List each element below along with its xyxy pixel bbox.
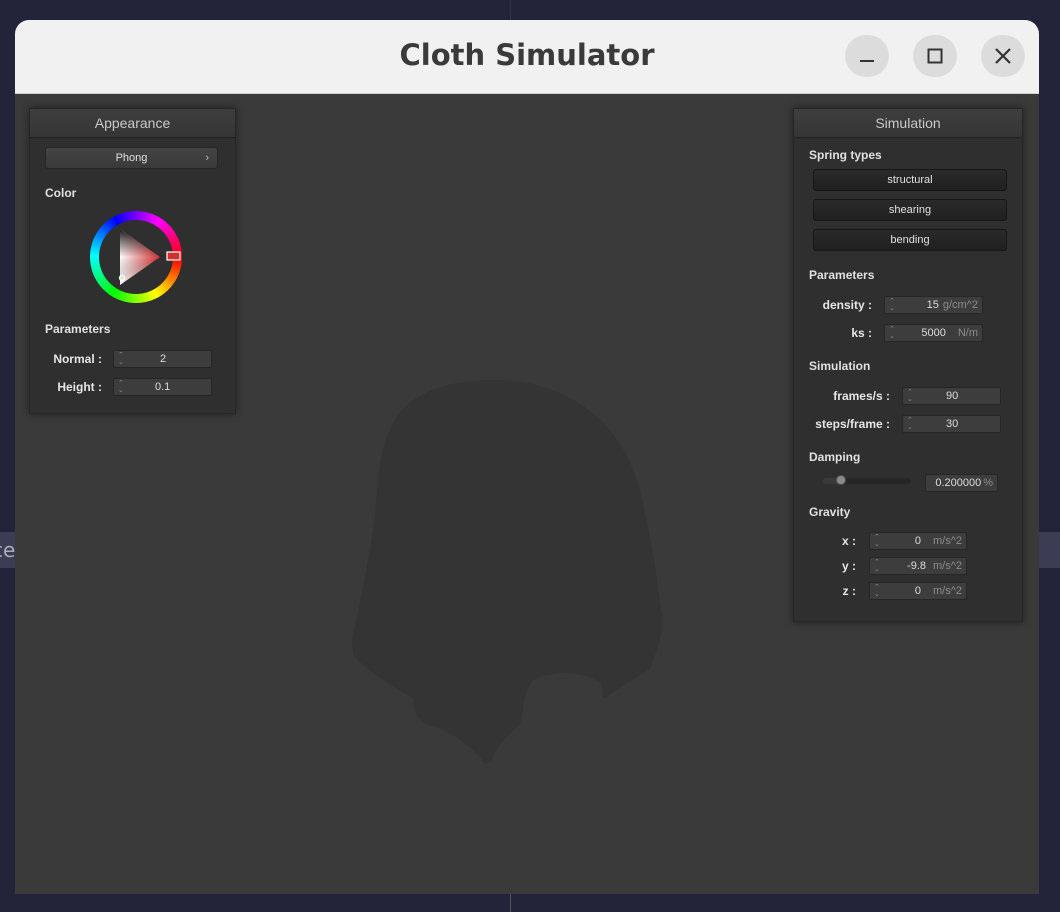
minimize-button[interactable] bbox=[845, 35, 889, 77]
close-button[interactable] bbox=[981, 35, 1025, 77]
spinner-icon: ⌃ ⌄ bbox=[118, 352, 124, 366]
shader-dropdown-label: Phong bbox=[115, 152, 148, 164]
shearing-spring-toggle[interactable]: shearing bbox=[813, 199, 1007, 221]
ks-input[interactable]: ⌃ ⌄ 5000 N/m bbox=[884, 324, 983, 342]
appearance-panel: Appearance Phong › Color Parameters Norm… bbox=[29, 108, 236, 414]
hue-selector-handle[interactable] bbox=[166, 251, 181, 261]
gravity-y-input[interactable]: ⌃ ⌄ -9.8 m/s^2 bbox=[869, 557, 967, 575]
spinner-icon: ⌃ ⌄ bbox=[874, 534, 880, 548]
spinner-icon: ⌃ ⌄ bbox=[874, 559, 880, 573]
appearance-panel-header[interactable]: Appearance bbox=[30, 109, 235, 138]
gravity-z-input[interactable]: ⌃ ⌄ 0 m/s^2 bbox=[869, 582, 967, 600]
title-bar[interactable]: Cloth Simulator bbox=[15, 20, 1039, 94]
spinner-icon: ⌃ ⌄ bbox=[118, 380, 124, 394]
spring-types-label: Spring types bbox=[809, 148, 882, 162]
bending-spring-toggle[interactable]: bending bbox=[813, 229, 1007, 251]
steps-input[interactable]: ⌃ ⌄ 30 bbox=[902, 415, 1001, 433]
gravity-x-number: 0 bbox=[914, 535, 921, 547]
gravity-y-number: -9.8 bbox=[907, 560, 926, 572]
damping-slider-handle[interactable] bbox=[835, 475, 846, 485]
spinner-icon: ⌃ ⌄ bbox=[874, 584, 880, 598]
gravity-y-value: -9.8 m/s^2 bbox=[907, 560, 962, 572]
spinner-icon: ⌃ ⌄ bbox=[889, 298, 895, 312]
density-input[interactable]: ⌃ ⌄ 15 g/cm^2 bbox=[884, 296, 983, 314]
gravity-z-label: z : bbox=[842, 584, 856, 598]
simulation-section-label: Simulation bbox=[809, 359, 871, 373]
structural-spring-toggle[interactable]: structural bbox=[813, 169, 1007, 191]
damping-label: Damping bbox=[809, 450, 861, 464]
ks-value: 5000 N/m bbox=[921, 327, 978, 339]
background-text: ce bbox=[0, 538, 16, 562]
background-divider-top bbox=[510, 0, 511, 20]
spinner-icon: ⌃ ⌄ bbox=[907, 417, 913, 431]
gravity-y-unit: m/s^2 bbox=[933, 560, 962, 572]
color-wheel[interactable] bbox=[86, 207, 186, 307]
background-window-left: ce bbox=[0, 532, 16, 568]
spinner-icon: ⌃ ⌄ bbox=[889, 326, 895, 340]
ks-unit: N/m bbox=[957, 327, 978, 339]
steps-value: 30 bbox=[946, 418, 959, 430]
appearance-parameters-label: Parameters bbox=[45, 322, 111, 336]
density-label: density : bbox=[822, 298, 872, 312]
fps-input[interactable]: ⌃ ⌄ 90 bbox=[902, 387, 1001, 405]
gravity-y-label: y : bbox=[841, 559, 856, 573]
height-value: 0.1 bbox=[155, 381, 171, 393]
damping-number: 0.200000 bbox=[935, 477, 982, 489]
spinner-icon: ⌃ ⌄ bbox=[907, 389, 913, 403]
maximize-icon bbox=[927, 48, 943, 64]
steps-label: steps/frame : bbox=[815, 417, 890, 431]
app-window: Cloth Simulator Appearance Phong › Color bbox=[15, 20, 1039, 894]
background-divider-bottom bbox=[510, 893, 511, 912]
simulation-panel-header[interactable]: Simulation bbox=[794, 109, 1022, 138]
normal-input[interactable]: ⌃ ⌄ 2 bbox=[113, 350, 212, 368]
minimize-icon bbox=[860, 60, 874, 62]
damping-value: 0.200000% bbox=[935, 477, 993, 489]
render-viewport[interactable]: Appearance Phong › Color Parameters Norm… bbox=[15, 94, 1039, 894]
gravity-z-unit: m/s^2 bbox=[933, 585, 962, 597]
gravity-x-value: 0 m/s^2 bbox=[915, 535, 962, 547]
gravity-x-label: x : bbox=[841, 534, 856, 548]
damping-unit: % bbox=[983, 477, 993, 489]
fps-label: frames/s : bbox=[833, 389, 890, 403]
shader-dropdown[interactable]: Phong › bbox=[45, 147, 218, 169]
simulation-parameters-label: Parameters bbox=[809, 268, 875, 282]
gravity-z-number: 0 bbox=[914, 585, 921, 597]
damping-input[interactable]: 0.200000% bbox=[925, 474, 998, 492]
color-label: Color bbox=[45, 186, 77, 200]
gravity-x-unit: m/s^2 bbox=[933, 535, 962, 547]
damping-slider[interactable] bbox=[823, 475, 911, 485]
normal-label: Normal : bbox=[53, 352, 102, 366]
density-number: 15 bbox=[926, 299, 939, 311]
normal-value: 2 bbox=[160, 353, 167, 365]
background-window-right bbox=[1038, 532, 1060, 568]
gravity-x-input[interactable]: ⌃ ⌄ 0 m/s^2 bbox=[869, 532, 967, 550]
density-unit: g/cm^2 bbox=[942, 299, 978, 311]
maximize-button[interactable] bbox=[913, 35, 957, 77]
ks-label: ks : bbox=[851, 326, 872, 340]
ks-number: 5000 bbox=[921, 327, 946, 339]
gravity-z-value: 0 m/s^2 bbox=[915, 585, 962, 597]
height-input[interactable]: ⌃ ⌄ 0.1 bbox=[113, 378, 212, 396]
simulation-panel: Simulation Spring types structural shear… bbox=[793, 108, 1023, 622]
height-label: Height : bbox=[57, 380, 102, 394]
chevron-right-icon: › bbox=[205, 152, 209, 164]
density-value: 15 g/cm^2 bbox=[927, 299, 978, 311]
close-icon bbox=[995, 48, 1011, 64]
fps-value: 90 bbox=[946, 390, 959, 402]
gravity-label: Gravity bbox=[809, 505, 851, 519]
